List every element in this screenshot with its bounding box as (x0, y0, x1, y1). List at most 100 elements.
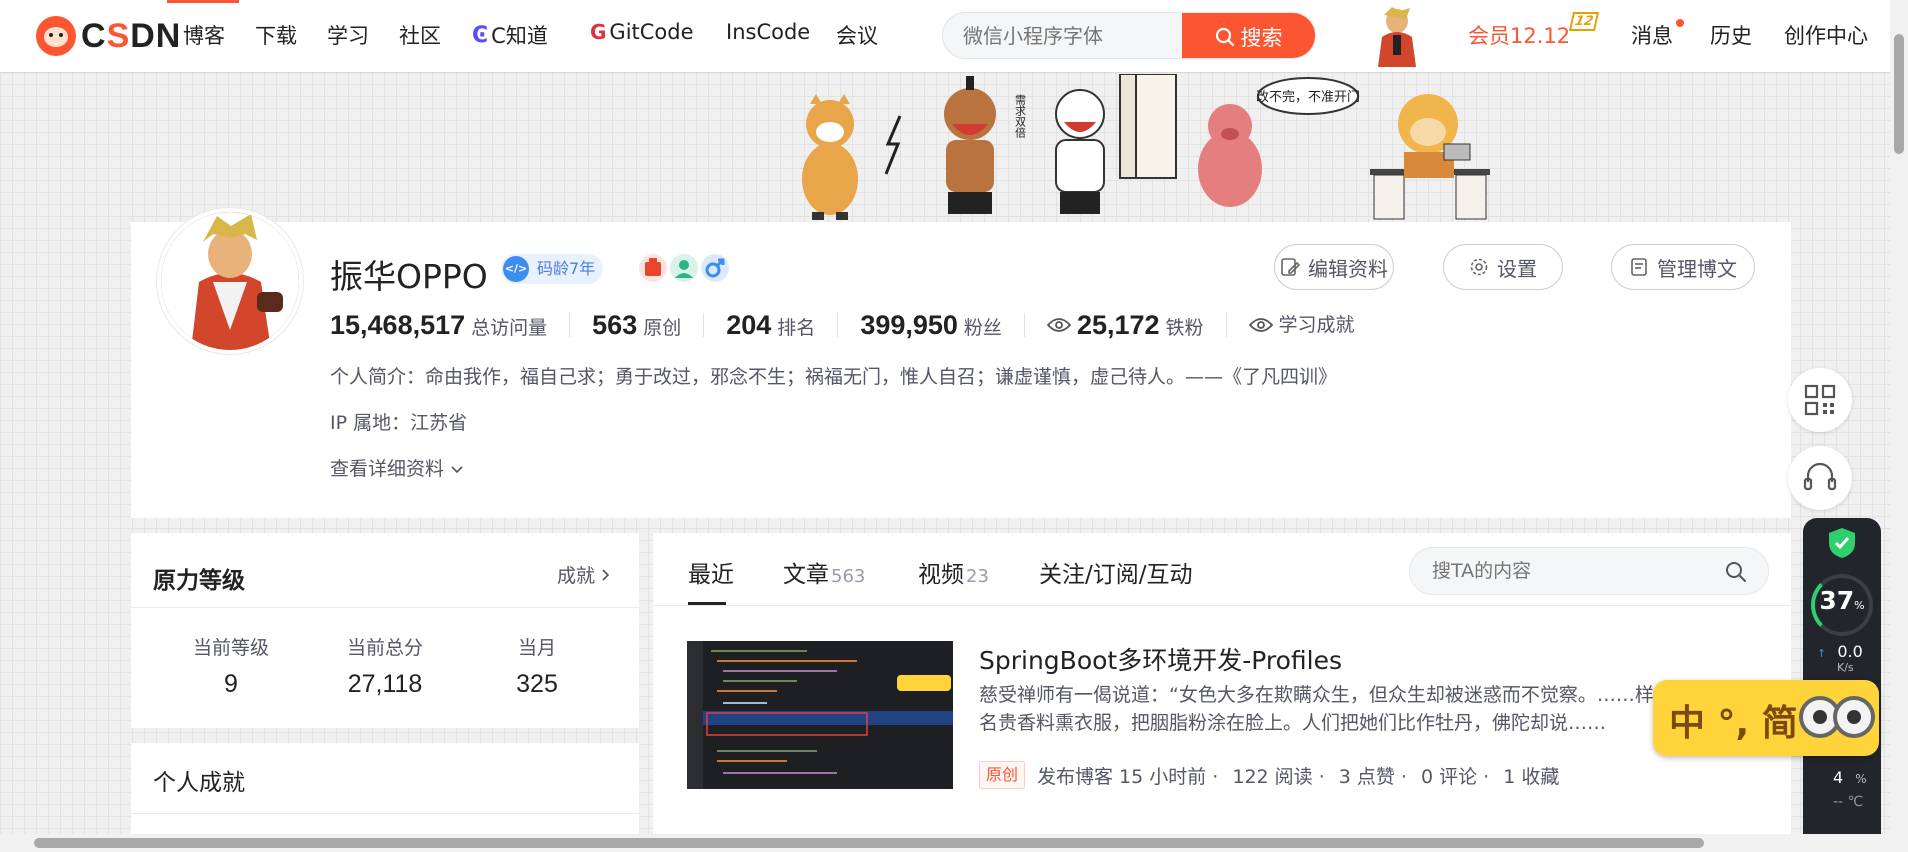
stat-label: 总访问量 (471, 317, 548, 339)
male-badge-icon[interactable] (701, 254, 729, 282)
nav-download[interactable]: 下载 (255, 20, 297, 50)
nav-cknow-label: C知道 (491, 24, 548, 48)
search-input[interactable] (963, 13, 1183, 58)
stat-original[interactable]: 563 原创 (592, 310, 705, 340)
stat-total-visits: 15,468,517 总访问量 (330, 312, 571, 339)
nav-cknow[interactable]: Ͼ C知道 (472, 20, 548, 50)
document-icon (1631, 258, 1647, 276)
speech-bubble: 改不完，不准开门 (1256, 77, 1360, 115)
profile-intro: 个人简介：命由我作，福自己求；勇于改过，邪念不生；祸福无门，惟人自召；谦虚谨慎，… (330, 366, 1338, 388)
stat-value: 25,172 (1076, 310, 1160, 340)
level-col-label: 当月 (517, 637, 556, 659)
stat-label: 粉丝 (963, 317, 1002, 339)
learning-achievement-link[interactable]: 学习成就 (1248, 313, 1377, 337)
stat-rank[interactable]: 204 排名 (726, 310, 839, 340)
vertical-scroll-thumb[interactable] (1894, 34, 1904, 154)
article-title-link[interactable]: SpringBoot多环境开发-Profiles (979, 641, 1342, 677)
message-notification-dot (1676, 19, 1684, 27)
search-button[interactable]: 搜索 (1182, 13, 1315, 58)
nav-creator-center[interactable]: 创作中心 (1784, 20, 1868, 50)
vip-label: 会员12.12 (1468, 24, 1571, 48)
speed-unit: K/s (1837, 661, 1854, 674)
nav-blog[interactable]: 博客 (183, 20, 225, 50)
force-level-title: 原力等级 (153, 568, 245, 594)
view-details-link[interactable]: 查看详细资料 (330, 454, 464, 481)
tab-recent[interactable]: 最近 (688, 555, 734, 589)
nav-inscode[interactable]: InsCode (726, 20, 810, 44)
nav-gitcode[interactable]: G GitCode (590, 20, 694, 44)
vip-1212-badge: 12 (1568, 12, 1600, 31)
level-col-label: 当前总分 (346, 637, 423, 659)
nav-learn[interactable]: 学习 (327, 20, 369, 50)
stat-value: 204 (726, 310, 772, 340)
stat-value: 399,950 (860, 310, 958, 340)
divider (131, 607, 639, 608)
qrcode-button[interactable] (1788, 368, 1852, 432)
memory-unit: % (1855, 772, 1867, 786)
level-col-value: 325 (516, 670, 558, 698)
vip-link[interactable]: 会员12.12 12 (1468, 12, 1600, 50)
manage-posts-button[interactable]: 管理博文 (1611, 244, 1755, 290)
level-col-value: 9 (224, 670, 238, 698)
article-meta: 原创 发布博客 15 小时前 · 122 阅读 · 3 点赞 · 0 评论 · … (979, 761, 1573, 789)
content-panel: 最近 文章 563 视频 23 关注/订阅/互动 搜TA的内容 SpringBo… (653, 533, 1791, 852)
original-tag: 原创 (979, 761, 1026, 789)
learning-achievement-label: 学习成就 (1278, 314, 1355, 336)
eye-icon (1248, 318, 1273, 332)
csdn-logo[interactable]: CSDN (36, 16, 181, 56)
tab-videos[interactable]: 视频 23 (918, 555, 989, 589)
nav-history[interactable]: 历史 (1710, 20, 1752, 50)
settings-label: 设置 (1497, 256, 1537, 281)
tab-follow-subscribe[interactable]: 关注/订阅/互动 (1039, 555, 1193, 589)
code-icon: </> (503, 256, 529, 282)
horizontal-scrollbar[interactable] (0, 834, 1890, 852)
tiger-character (802, 94, 858, 220)
shield-check-icon (1829, 528, 1855, 558)
content-search-input[interactable] (1432, 548, 1712, 594)
current-level: 当前等级 9 (151, 633, 311, 699)
level-col-label: 当前等级 (192, 637, 269, 659)
user-avatar-small[interactable] (1366, 5, 1428, 67)
settings-button[interactable]: 设置 (1443, 244, 1563, 290)
customer-service-button[interactable] (1788, 446, 1852, 510)
stat-fans[interactable]: 399,950 粉丝 (860, 310, 1025, 340)
tab-articles[interactable]: 文章 563 (783, 555, 865, 589)
profile-avatar[interactable] (157, 208, 303, 354)
level-col-value: 27,118 (347, 670, 423, 698)
blog-expert-badge-icon[interactable] (639, 254, 667, 282)
edit-profile-button[interactable]: 编辑资料 (1274, 244, 1394, 290)
nav-meeting[interactable]: 会议 (836, 20, 878, 50)
lightning-bolt (884, 115, 902, 175)
ip-location: IP 属地：江苏省 (330, 412, 468, 434)
csdn-mascot-icon (36, 16, 76, 56)
article-description: 慈受禅师有一偈说道：“女色大多在欺瞒众生，但众生却被迷惑而不觉察。……样的名贵香… (979, 684, 1673, 734)
article-thumbnail[interactable] (687, 641, 953, 789)
temperature: -- ℃ (1833, 794, 1864, 810)
nav-messages[interactable]: 消息 (1631, 20, 1673, 50)
like-count: 3 点赞 · (1338, 765, 1407, 788)
vertical-scrollbar[interactable] (1890, 0, 1908, 852)
read-count: 122 阅读 · (1232, 765, 1325, 788)
community-badge-icon[interactable] (670, 254, 698, 282)
ime-label: 中 °, 简 (1669, 703, 1798, 744)
banner-illustration: 需求双倍 改不完，不准开门 (802, 73, 1490, 220)
divider (131, 813, 639, 814)
comment-count: 0 评论 · (1420, 765, 1490, 788)
search-icon[interactable] (1724, 560, 1748, 584)
horizontal-scroll-thumb[interactable] (34, 838, 1704, 848)
content-search (1409, 547, 1769, 595)
memory-value: 4 (1833, 768, 1844, 787)
achievement-link[interactable]: 成就 (557, 561, 611, 588)
tab-label: 关注/订阅/互动 (1039, 562, 1193, 588)
stat-label: 排名 (777, 317, 816, 339)
profile-username: 振华OPPO (330, 257, 488, 296)
cpu-percent-value: 37 (1819, 586, 1855, 615)
stat-value: 563 (592, 310, 638, 340)
achievement-link-label: 成就 (556, 565, 595, 587)
tab-label: 文章 (783, 562, 829, 588)
nav-community[interactable]: 社区 (399, 20, 441, 50)
ime-toolbar[interactable]: 中 °, 简 (1653, 680, 1879, 756)
ime-mascot-eye-icon (1833, 696, 1875, 738)
top-navbar: CSDN 博客 下载 学习 社区 Ͼ C知道 G GitCode InsCode… (0, 0, 1890, 72)
stat-iron-fans[interactable]: 25,172 铁粉 (1046, 310, 1227, 340)
